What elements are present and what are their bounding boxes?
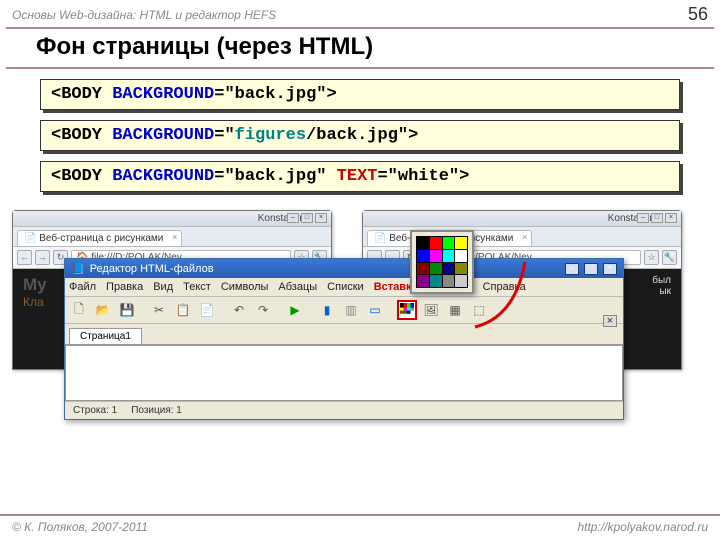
close-icon[interactable]: × — [665, 213, 677, 223]
undo-icon[interactable]: ↶ — [229, 300, 249, 320]
copyright: © К. Поляков, 2007-2011 — [12, 520, 148, 534]
tool-icon[interactable]: ▮ — [317, 300, 337, 320]
wrench-icon[interactable]: 🔧 — [662, 250, 677, 265]
color-palette-popup[interactable] — [410, 230, 474, 294]
editor-statusbar: Строка: 1 Позиция: 1 — [65, 401, 623, 419]
tool-icon[interactable]: ⬚ — [469, 300, 489, 320]
menu-paragraphs[interactable]: Абзацы — [278, 281, 317, 293]
save-icon[interactable]: 💾 — [117, 300, 137, 320]
menu-symbols[interactable]: Символы — [221, 281, 269, 293]
new-icon[interactable]: 🗋 — [69, 300, 89, 320]
page-number: 56 — [688, 4, 708, 25]
paste-icon[interactable]: 📄 — [197, 300, 217, 320]
tab-close-icon[interactable]: × — [603, 315, 617, 327]
max-icon[interactable]: □ — [651, 213, 663, 223]
run-icon[interactable]: ▶ — [285, 300, 305, 320]
menu-help[interactable]: Справка — [483, 281, 526, 293]
html-editor-window: 📘 Редактор HTML-файлов – □ × Файл Правка… — [64, 258, 624, 420]
min-icon[interactable]: – — [637, 213, 649, 223]
open-icon[interactable]: 📂 — [93, 300, 113, 320]
color-palette-button[interactable] — [397, 300, 417, 320]
copy-icon[interactable]: 📋 — [173, 300, 193, 320]
course-title: Основы Web-дизайна: HTML и редактор HEFS — [12, 8, 276, 22]
min-icon[interactable]: – — [565, 263, 579, 275]
tool-icon[interactable]: ▭ — [365, 300, 385, 320]
menu-edit[interactable]: Правка — [106, 281, 143, 293]
menu-lists[interactable]: Списки — [327, 281, 364, 293]
menu-view[interactable]: Вид — [153, 281, 173, 293]
code-example-3: <BODY BACKGROUND="back.jpg" TEXT="white"… — [40, 161, 680, 192]
code-example-1: <BODY BACKGROUND="back.jpg"> — [40, 79, 680, 110]
min-icon[interactable]: – — [287, 213, 299, 223]
editor-tab[interactable]: Страница1 — [69, 328, 142, 344]
code-example-2: <BODY BACKGROUND="figures/back.jpg"> — [40, 120, 680, 151]
tool-icon[interactable]: ▥ — [341, 300, 361, 320]
editor-body[interactable] — [65, 345, 623, 401]
footer-url: http://kpolyakov.narod.ru — [577, 520, 708, 534]
tool-icon[interactable]: 🖼 — [421, 300, 441, 320]
close-icon[interactable]: × — [603, 263, 617, 275]
star-icon[interactable]: ☆ — [644, 250, 659, 265]
editor-toolbar: 🗋 📂 💾 ✂ 📋 📄 ↶ ↷ ▶ ▮ ▥ ▭ 🖼 ▦ ⬚ — [65, 297, 623, 324]
page-title: Фон страницы (через HTML) — [0, 29, 720, 67]
fwd-icon[interactable]: → — [35, 250, 50, 265]
max-icon[interactable]: □ — [584, 263, 598, 275]
browser-tab[interactable]: 📄 Веб-страница с рисунками — [17, 230, 182, 246]
close-icon[interactable]: × — [315, 213, 327, 223]
tool-icon[interactable]: ▦ — [445, 300, 465, 320]
editor-title: Редактор HTML-файлов — [90, 263, 214, 275]
back-icon[interactable]: ← — [17, 250, 32, 265]
menu-file[interactable]: Файл — [69, 281, 96, 293]
redo-icon[interactable]: ↷ — [253, 300, 273, 320]
editor-menubar[interactable]: Файл Правка Вид Текст Символы Абзацы Спи… — [65, 278, 623, 297]
cut-icon[interactable]: ✂ — [149, 300, 169, 320]
editor-app-icon: 📘 — [71, 262, 85, 275]
max-icon[interactable]: □ — [301, 213, 313, 223]
menu-text[interactable]: Текст — [183, 281, 211, 293]
